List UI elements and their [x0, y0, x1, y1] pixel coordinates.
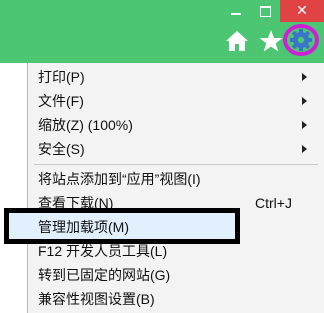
menu-item-safety[interactable]: 安全(S): [28, 137, 318, 161]
maximize-icon: [259, 5, 271, 17]
tools-dropdown-menu: 打印(P) 文件(F) 缩放(Z) (100%) 安全(S) 将站点添加到“应用…: [4, 63, 324, 313]
submenu-arrow-icon: [302, 145, 307, 153]
shortcut-label: Ctrl+J: [255, 195, 292, 211]
menu-item-f12-developer-tools[interactable]: F12 开发人员工具(L): [28, 239, 318, 263]
minimize-icon: [231, 13, 241, 15]
home-icon[interactable]: [224, 28, 250, 54]
menu-item-compatibility-view[interactable]: 兼容性视图设置(B): [28, 287, 318, 311]
browser-toolbar: ✕: [0, 0, 324, 63]
menu-separator: [34, 164, 318, 165]
submenu-arrow-icon: [302, 97, 307, 105]
menu-item-add-site-to-apps[interactable]: 将站点添加到“应用”视图(I): [28, 167, 318, 191]
menu-item-pinned-sites[interactable]: 转到已固定的网站(G): [28, 263, 318, 287]
minimize-button[interactable]: [224, 0, 248, 22]
menu-item-manage-addons[interactable]: 管理加载项(M): [28, 215, 318, 239]
gear-icon[interactable]: [288, 27, 314, 53]
maximize-button[interactable]: [252, 0, 278, 22]
star-icon[interactable]: [258, 28, 284, 54]
submenu-arrow-icon: [302, 121, 307, 129]
submenu-arrow-icon: [302, 73, 307, 81]
menu-item-print[interactable]: 打印(P): [28, 65, 318, 89]
close-icon: ✕: [296, 3, 308, 19]
close-button[interactable]: ✕: [280, 0, 324, 22]
menu-item-file[interactable]: 文件(F): [28, 89, 318, 113]
menu-item-zoom[interactable]: 缩放(Z) (100%): [28, 113, 318, 137]
